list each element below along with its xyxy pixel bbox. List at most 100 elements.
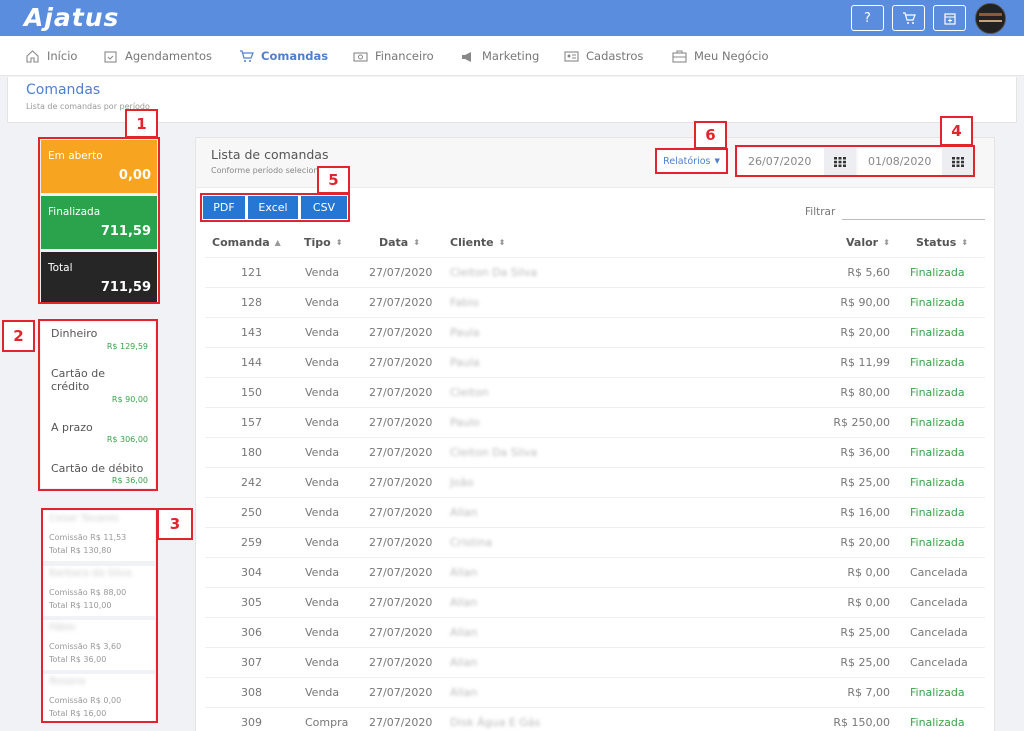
cell-type: Venda: [305, 416, 340, 429]
panel-title: Lista de comandas: [211, 147, 329, 162]
nav-item-cadastros[interactable]: Cadastros: [564, 36, 643, 76]
cell-id: 121: [241, 266, 262, 279]
cell-date: 27/07/2020: [369, 296, 433, 309]
nav-item-agendamentos[interactable]: Agendamentos: [103, 36, 212, 76]
cell-status: Finalizada: [910, 356, 965, 369]
table-row[interactable]: 144 Venda 27/07/2020 Paula R$ 11,99 Finalizad…: [205, 347, 985, 377]
cell-client: Paula: [450, 356, 480, 369]
cell-date: 27/07/2020: [369, 266, 433, 279]
cell-client: Cleiton: [450, 386, 489, 399]
briefcase-icon: [672, 50, 687, 63]
table-row[interactable]: 242 Venda 27/07/2020 João R$ 25,00 Finalizada: [205, 467, 985, 497]
table-row[interactable]: 259 Venda 27/07/2020 Cristina R$ 20,00 Finali…: [205, 527, 985, 557]
cell-value: R$ 20,00: [840, 536, 890, 549]
cell-date: 27/07/2020: [369, 566, 433, 579]
cell-id: 128: [241, 296, 262, 309]
nav-item-comandas[interactable]: Comandas: [239, 36, 328, 76]
column-header-status[interactable]: Status ⬍: [916, 236, 968, 249]
cell-type: Venda: [305, 446, 340, 459]
user-avatar[interactable]: [975, 3, 1006, 34]
cell-type: Venda: [305, 506, 340, 519]
cell-client: Allan: [450, 566, 478, 579]
cell-status: Cancelada: [910, 626, 968, 639]
cell-value: R$ 80,00: [840, 386, 890, 399]
cell-id: 259: [241, 536, 262, 549]
cell-status: Finalizada: [910, 296, 965, 309]
filter-input[interactable]: [842, 204, 985, 220]
annotation-label-5: 5: [317, 166, 350, 194]
table-row[interactable]: 308 Venda 27/07/2020 Allan R$ 7,00 Finalizada: [205, 677, 985, 707]
main-nav: Início Agendamentos Comandas Financeiro …: [0, 36, 1024, 76]
cell-date: 27/07/2020: [369, 416, 433, 429]
cell-status: Finalizada: [910, 446, 965, 459]
nav-item-meu-negocio[interactable]: Meu Negócio: [672, 36, 769, 76]
page-title: Comandas: [26, 82, 101, 98]
table-row[interactable]: 306 Venda 27/07/2020 Allan R$ 25,00 Cancelada: [205, 617, 985, 647]
table-row[interactable]: 250 Venda 27/07/2020 Allan R$ 16,00 Finalizad…: [205, 497, 985, 527]
cell-date: 27/07/2020: [369, 656, 433, 669]
cell-status: Finalizada: [910, 536, 965, 549]
table-row[interactable]: 143 Venda 27/07/2020 Paula R$ 20,00 Finalizad…: [205, 317, 985, 347]
cell-type: Venda: [305, 296, 340, 309]
cell-client: Cleiton Da Silva: [450, 266, 538, 279]
nav-item-marketing[interactable]: Marketing: [460, 36, 539, 76]
cell-id: 304: [241, 566, 262, 579]
cell-value: R$ 250,00: [833, 416, 890, 429]
cart-button[interactable]: [892, 5, 925, 31]
cell-value: R$ 16,00: [840, 506, 890, 519]
column-header-data[interactable]: Data ⬍: [379, 236, 420, 249]
calendar-button[interactable]: [933, 5, 966, 31]
cell-type: Venda: [305, 596, 340, 609]
cell-type: Venda: [305, 266, 340, 279]
cell-type: Compra: [305, 716, 349, 729]
table-row[interactable]: 309 Compra 27/07/2020 Disk Água E Gás R$ 150…: [205, 707, 985, 731]
cell-date: 27/07/2020: [369, 536, 433, 549]
sort-asc-icon: ▲: [274, 238, 281, 247]
cell-type: Venda: [305, 536, 340, 549]
table-row[interactable]: 307 Venda 27/07/2020 Allan R$ 25,00 Cancelada: [205, 647, 985, 677]
cell-id: 242: [241, 476, 262, 489]
annotation-label-3: 3: [157, 508, 193, 540]
table-row[interactable]: 180 Venda 27/07/2020 Cleiton Da Silva R$ 36,…: [205, 437, 985, 467]
annotation-box-1: [38, 137, 160, 304]
help-button[interactable]: ?: [851, 5, 884, 31]
table-row[interactable]: 128 Venda 27/07/2020 Fabio R$ 90,00 Finalizad…: [205, 287, 985, 317]
cell-id: 157: [241, 416, 262, 429]
cell-status: Finalizada: [910, 716, 965, 729]
cell-type: Venda: [305, 476, 340, 489]
cell-status: Finalizada: [910, 476, 965, 489]
column-header-valor[interactable]: Valor ⬍: [846, 236, 890, 249]
cell-status: Cancelada: [910, 656, 968, 669]
id-card-icon: [564, 50, 579, 62]
annotation-label-4: 4: [940, 116, 973, 146]
cell-type: Venda: [305, 626, 340, 639]
cell-client: Allan: [450, 596, 478, 609]
cell-value: R$ 20,00: [840, 326, 890, 339]
column-header-cliente[interactable]: Cliente ⬍: [450, 236, 505, 249]
app-logo[interactable]: Ajatus: [24, 3, 119, 32]
cell-value: R$ 36,00: [840, 446, 890, 459]
cell-status: Cancelada: [910, 596, 968, 609]
nav-item-financeiro[interactable]: Financeiro: [353, 36, 434, 76]
nav-item-inicio[interactable]: Início: [25, 36, 77, 76]
table-row[interactable]: 157 Venda 27/07/2020 Paulo R$ 250,00 Finaliza…: [205, 407, 985, 437]
cell-date: 27/07/2020: [369, 506, 433, 519]
cell-id: 143: [241, 326, 262, 339]
table-row[interactable]: 121 Venda 27/07/2020 Cleiton Da Silva R$ 5,6…: [205, 257, 985, 287]
cell-date: 27/07/2020: [369, 446, 433, 459]
annotation-label-6: 6: [694, 121, 727, 149]
table-row[interactable]: 305 Venda 27/07/2020 Allan R$ 0,00 Cancelada: [205, 587, 985, 617]
cell-id: 150: [241, 386, 262, 399]
cell-type: Venda: [305, 686, 340, 699]
sort-icon: ⬍: [883, 238, 890, 247]
cell-type: Venda: [305, 386, 340, 399]
cell-client: Allan: [450, 656, 478, 669]
table-row[interactable]: 150 Venda 27/07/2020 Cleiton R$ 80,00 Finaliz…: [205, 377, 985, 407]
cell-value: R$ 5,60: [847, 266, 890, 279]
annotation-box-3: [41, 508, 158, 723]
column-header-comanda[interactable]: Comanda ▲: [212, 236, 281, 249]
cell-value: R$ 0,00: [847, 596, 890, 609]
column-header-tipo[interactable]: Tipo ⬍: [304, 236, 342, 249]
table-row[interactable]: 304 Venda 27/07/2020 Allan R$ 0,00 Cancelada: [205, 557, 985, 587]
help-icon: ?: [864, 10, 871, 26]
